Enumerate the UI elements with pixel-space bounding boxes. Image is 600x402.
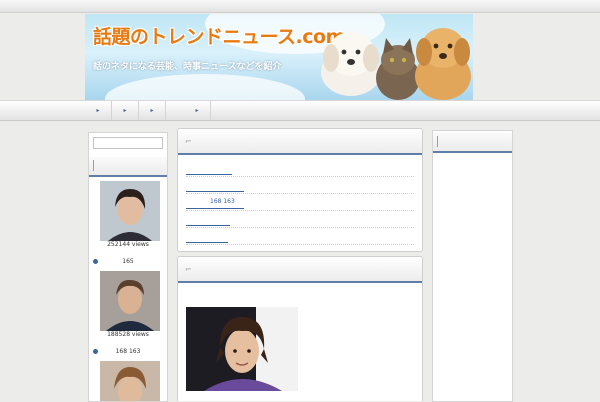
nav-item[interactable]: ▸ <box>85 101 112 120</box>
news-panel: ⌐ 168 163 <box>177 128 423 252</box>
pets-illustration <box>321 28 471 100</box>
right-widget-header <box>433 133 512 153</box>
cloud-decoration <box>105 74 305 100</box>
ranking-thumbnail[interactable] <box>100 361 160 401</box>
nav-item[interactable]: ▸ <box>184 101 211 120</box>
right-sidebar <box>432 130 513 402</box>
nav-item[interactable]: ▸ <box>112 101 139 120</box>
ranking-widget-header <box>89 157 167 177</box>
person-photo <box>100 361 160 401</box>
panel-icon: ⌐ <box>185 265 192 274</box>
top-bar <box>0 0 600 13</box>
news-link[interactable] <box>186 181 244 192</box>
site-banner[interactable]: 話題のトレンドニュース.com 話のネタになる芸能、時事ニュースなどを紹介 <box>85 14 473 100</box>
article-panel: ⌐ <box>177 256 423 401</box>
news-item: 168 163 <box>186 193 414 211</box>
news-item <box>186 176 414 194</box>
news-link[interactable]: 168 163 <box>186 198 244 209</box>
news-item <box>186 159 414 177</box>
ranking-title[interactable]: 165 <box>89 258 167 265</box>
person-photo <box>100 271 160 331</box>
ranking-thumbnail[interactable] <box>100 271 160 331</box>
view-count: 188528 views <box>107 331 149 338</box>
ranking-title[interactable]: 168 163 <box>89 348 167 355</box>
site-tagline: 話のネタになる芸能、時事ニュースなどを紹介 <box>93 62 282 72</box>
main-nav: ▸ ▸ ▸ ▸ <box>0 100 600 121</box>
view-count: 252144 views <box>107 241 149 248</box>
news-link[interactable] <box>186 215 230 226</box>
nav-item[interactable]: ▸ <box>139 101 166 120</box>
ranking-thumbnail[interactable] <box>100 181 160 241</box>
news-panel-header: ⌐ <box>178 129 422 155</box>
person-photo <box>100 181 160 241</box>
panel-icon: ⌐ <box>185 137 192 146</box>
news-link[interactable] <box>186 164 232 175</box>
article-image[interactable] <box>186 307 298 391</box>
article-panel-header: ⌐ <box>178 257 422 283</box>
news-link[interactable] <box>186 232 228 243</box>
left-sidebar: 252144 views 165 188528 views 168 163 <box>88 132 168 402</box>
news-item <box>186 210 414 228</box>
search-input[interactable] <box>93 137 163 149</box>
news-item <box>186 227 414 245</box>
person-photo <box>186 307 298 391</box>
site-title[interactable]: 話題のトレンドニュース.com <box>93 22 345 49</box>
